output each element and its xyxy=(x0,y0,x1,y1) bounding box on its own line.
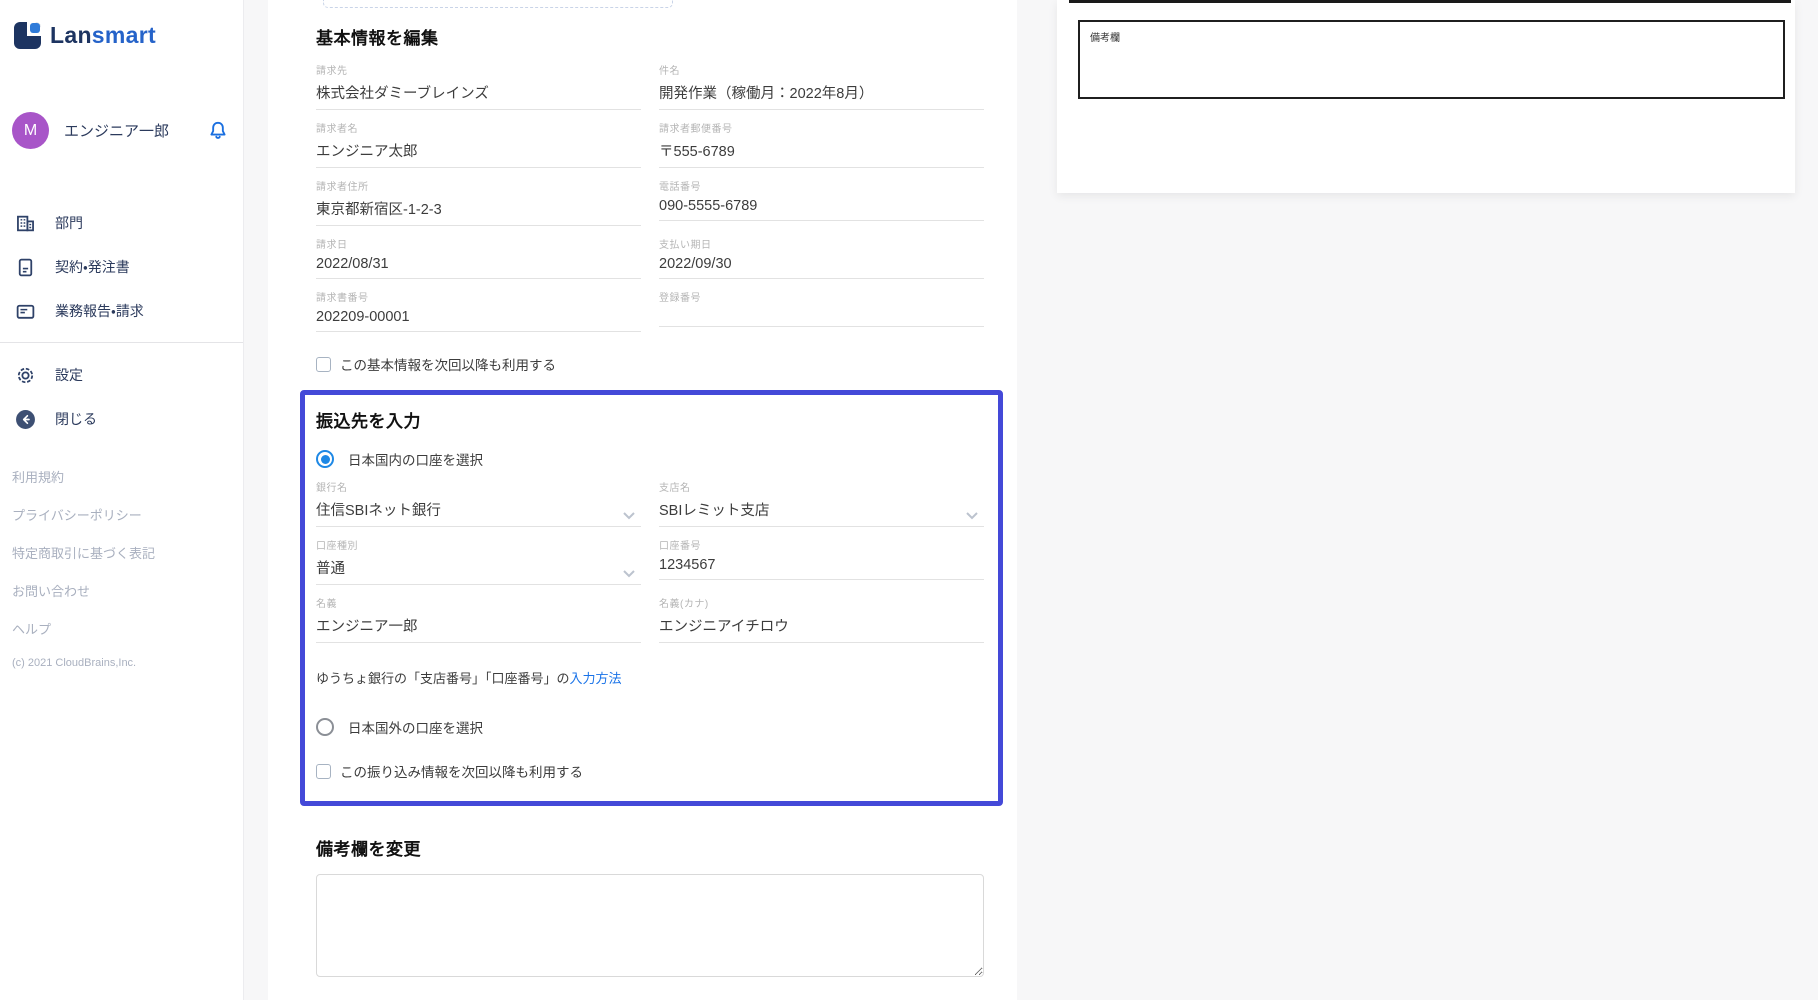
chevron-down-icon[interactable] xyxy=(966,507,978,520)
field-account-type: 口座種別 普通 xyxy=(316,537,641,585)
field-account-number: 口座番号 1234567 xyxy=(659,537,984,585)
domestic-account-radio[interactable]: 日本国内の口座を選択 xyxy=(316,449,984,469)
sidebar-item-reports[interactable]: 業務報告・請求 xyxy=(0,289,243,333)
sidebar-item-label: 閉じる xyxy=(55,411,97,427)
foreign-account-radio[interactable]: 日本国外の口座を選択 xyxy=(316,717,984,737)
foreign-account-label: 日本国外の口座を選択 xyxy=(348,721,483,736)
biller-name-input[interactable]: エンジニア太郎 xyxy=(316,135,641,168)
copyright: (c) 2021 CloudBrains,Inc. xyxy=(12,657,137,669)
field-registration-number: 登録番号 xyxy=(659,289,984,332)
link-contact[interactable]: お問い合わせ xyxy=(12,581,243,600)
sidebar-item-label: 設定 xyxy=(55,367,83,383)
page: Lansmart M エンジニア一郎 部門 契約・発注書 業務報告・請求 設定 … xyxy=(0,0,1818,1000)
biller-address-input[interactable]: 東京都新宿区-1-2-3 xyxy=(316,193,641,226)
account-holder-kana-input[interactable]: エンジニアイチロウ xyxy=(659,610,984,643)
sidebar-item-settings[interactable]: 設定 xyxy=(0,353,243,397)
sidebar-menu: 部門 契約・発注書 業務報告・請求 設定 閉じる xyxy=(0,201,243,441)
account-number-input[interactable]: 1234567 xyxy=(659,552,984,580)
reuse-basic-info-checkbox[interactable]: この基本情報を次回以降も利用する xyxy=(316,354,984,374)
transfer-section: 振込先を入力 日本国内の口座を選択 銀行名 住信SBIネット銀行 支店名 SBI… xyxy=(300,390,1003,806)
sidebar-item-contracts[interactable]: 契約・発注書 xyxy=(0,245,243,289)
field-biller-address: 請求者住所 東京都新宿区-1-2-3 xyxy=(316,178,641,226)
back-icon xyxy=(15,409,36,430)
field-branch-name: 支店名 SBIレミット支店 xyxy=(659,479,984,527)
field-biller-postal: 請求者郵便番号 〒555-6789 xyxy=(659,120,984,168)
reuse-transfer-info-label: この振り込み情報を次回以降も利用する xyxy=(340,765,583,780)
field-phone: 電話番号 090-5555-6789 xyxy=(659,178,984,226)
preview-table-bottom-border xyxy=(1069,0,1791,3)
remarks-title: 備考欄を変更 xyxy=(316,840,421,859)
transfer-title: 振込先を入力 xyxy=(316,412,421,431)
sidebar: Lansmart M エンジニア一郎 部門 契約・発注書 業務報告・請求 設定 … xyxy=(0,0,244,1000)
chevron-down-icon[interactable] xyxy=(623,507,635,520)
invoice-preview-panel: 備考欄 xyxy=(1057,0,1795,193)
chevron-down-icon[interactable] xyxy=(623,565,635,578)
bank-name-select[interactable]: 住信SBIネット銀行 xyxy=(316,494,641,527)
lansmart-logo-icon xyxy=(14,22,41,49)
bell-icon[interactable] xyxy=(207,120,229,142)
field-invoice-date: 請求日 2022/08/31 xyxy=(316,236,641,279)
radio-unselected-icon xyxy=(316,718,334,736)
sidebar-divider xyxy=(0,342,243,343)
due-date-input[interactable]: 2022/09/30 xyxy=(659,251,984,279)
branch-name-select[interactable]: SBIレミット支店 xyxy=(659,494,984,527)
sidebar-item-departments[interactable]: 部門 xyxy=(0,201,243,245)
subject-input[interactable]: 開発作業（稼働月：2022年8月） xyxy=(659,77,984,110)
preview-remarks-box: 備考欄 xyxy=(1078,20,1785,99)
invoice-number-input[interactable]: 202209-00001 xyxy=(316,304,641,332)
field-billing-to: 請求先 株式会社ダミーブレインズ xyxy=(316,62,641,110)
brand-logo[interactable]: Lansmart xyxy=(14,22,243,49)
user-row: M エンジニア一郎 xyxy=(12,112,229,149)
link-privacy-policy[interactable]: プライバシーポリシー xyxy=(12,505,243,524)
sidebar-item-close[interactable]: 閉じる xyxy=(0,397,243,441)
yucho-note: ゆうちょ銀行の「支店番号」「口座番号」の入力方法 xyxy=(316,671,622,686)
basic-info-title: 基本情報を編集 xyxy=(316,29,439,48)
checkbox-icon xyxy=(316,763,331,779)
reuse-basic-info-label: この基本情報を次回以降も利用する xyxy=(340,358,556,373)
clipped-dashed-field xyxy=(323,0,673,8)
report-icon xyxy=(15,301,36,322)
billing-to-input[interactable]: 株式会社ダミーブレインズ xyxy=(316,77,641,110)
user-name: エンジニア一郎 xyxy=(64,123,170,140)
field-account-holder-kana: 名義(カナ) エンジニアイチロウ xyxy=(659,595,984,643)
edit-form-panel: 基本情報を編集 請求先 株式会社ダミーブレインズ 件名 開発作業（稼働月：202… xyxy=(268,0,1017,1000)
domestic-account-label: 日本国内の口座を選択 xyxy=(348,453,483,468)
link-terms[interactable]: 利用規約 xyxy=(12,467,243,486)
remarks-textarea[interactable] xyxy=(316,874,984,977)
field-due-date: 支払い期日 2022/09/30 xyxy=(659,236,984,279)
document-icon xyxy=(15,257,36,278)
field-bank-name: 銀行名 住信SBIネット銀行 xyxy=(316,479,641,527)
field-invoice-number: 請求書番号 202209-00001 xyxy=(316,289,641,332)
yucho-howto-link[interactable]: 入力方法 xyxy=(570,671,622,686)
invoice-date-input[interactable]: 2022/08/31 xyxy=(316,251,641,279)
sidebar-item-label: 契約・発注書 xyxy=(55,259,130,275)
sidebar-item-label: 部門 xyxy=(55,215,83,231)
link-commercial-law[interactable]: 特定商取引に基づく表記 xyxy=(12,543,243,562)
sidebar-footer-links: 利用規約 プライバシーポリシー 特定商取引に基づく表記 お問い合わせ ヘルプ xyxy=(12,467,243,638)
preview-remarks-label: 備考欄 xyxy=(1090,33,1120,44)
transfer-grid: 銀行名 住信SBIネット銀行 支店名 SBIレミット支店 口座種別 普通 口座番… xyxy=(316,479,984,653)
registration-number-input[interactable] xyxy=(659,304,984,327)
building-icon xyxy=(15,213,36,234)
field-subject: 件名 開発作業（稼働月：2022年8月） xyxy=(659,62,984,110)
biller-postal-input[interactable]: 〒555-6789 xyxy=(659,135,984,168)
account-holder-input[interactable]: エンジニア一郎 xyxy=(316,610,641,643)
basic-info-grid: 請求先 株式会社ダミーブレインズ 件名 開発作業（稼働月：2022年8月） 請求… xyxy=(316,62,984,342)
avatar[interactable]: M xyxy=(12,112,49,149)
field-biller-name: 請求者名 エンジニア太郎 xyxy=(316,120,641,168)
sidebar-item-label: 業務報告・請求 xyxy=(55,303,144,319)
gear-icon xyxy=(15,365,36,386)
brand-name: Lansmart xyxy=(50,22,156,48)
reuse-transfer-info-checkbox[interactable]: この振り込み情報を次回以降も利用する xyxy=(316,761,984,781)
phone-input[interactable]: 090-5555-6789 xyxy=(659,193,984,221)
checkbox-icon xyxy=(316,356,331,372)
field-account-holder: 名義 エンジニア一郎 xyxy=(316,595,641,643)
link-help[interactable]: ヘルプ xyxy=(12,619,243,638)
radio-selected-icon xyxy=(316,450,334,468)
account-type-select[interactable]: 普通 xyxy=(316,552,641,585)
